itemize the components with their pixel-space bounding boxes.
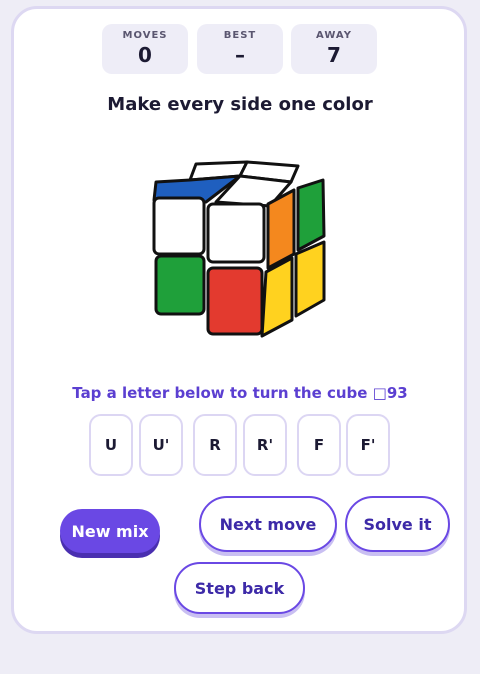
cube-sticker	[266, 188, 296, 270]
move-u-button[interactable]: U	[89, 414, 133, 476]
cube-sticker	[296, 178, 326, 252]
away-label: AWAY	[316, 30, 352, 41]
move-f-button[interactable]: F	[297, 414, 341, 476]
best-stat: BEST –	[197, 24, 283, 74]
cube-sticker	[294, 240, 326, 318]
moves-stat: MOVES 0	[102, 24, 188, 74]
moves-label: MOVES	[122, 30, 168, 41]
cube-sticker	[152, 196, 206, 256]
move-r-button[interactable]: R	[193, 414, 237, 476]
rubiks-cube[interactable]	[150, 158, 330, 348]
away-stat: AWAY 7	[291, 24, 377, 74]
cube-sticker	[206, 266, 264, 336]
solve-it-button[interactable]: Solve it	[345, 496, 450, 552]
move-r-prime-button[interactable]: R'	[243, 414, 287, 476]
move-f-prime-button[interactable]: F'	[346, 414, 390, 476]
best-label: BEST	[223, 30, 257, 41]
page-title: Make every side one color	[107, 94, 373, 115]
move-u-prime-button[interactable]: U'	[139, 414, 183, 476]
new-mix-button[interactable]: New mix	[60, 509, 160, 553]
step-back-button[interactable]: Step back	[174, 562, 305, 614]
best-value: –	[235, 43, 245, 67]
cube-sticker	[206, 202, 266, 264]
cube-right-face	[260, 178, 326, 338]
cube-front-face	[152, 196, 266, 336]
cube-sticker	[154, 254, 206, 316]
turn-hint: Tap a letter below to turn the cube □93	[72, 384, 408, 402]
moves-value: 0	[138, 43, 152, 67]
cube-sticker	[260, 256, 294, 338]
next-move-button[interactable]: Next move	[199, 496, 337, 552]
away-value: 7	[327, 43, 341, 67]
